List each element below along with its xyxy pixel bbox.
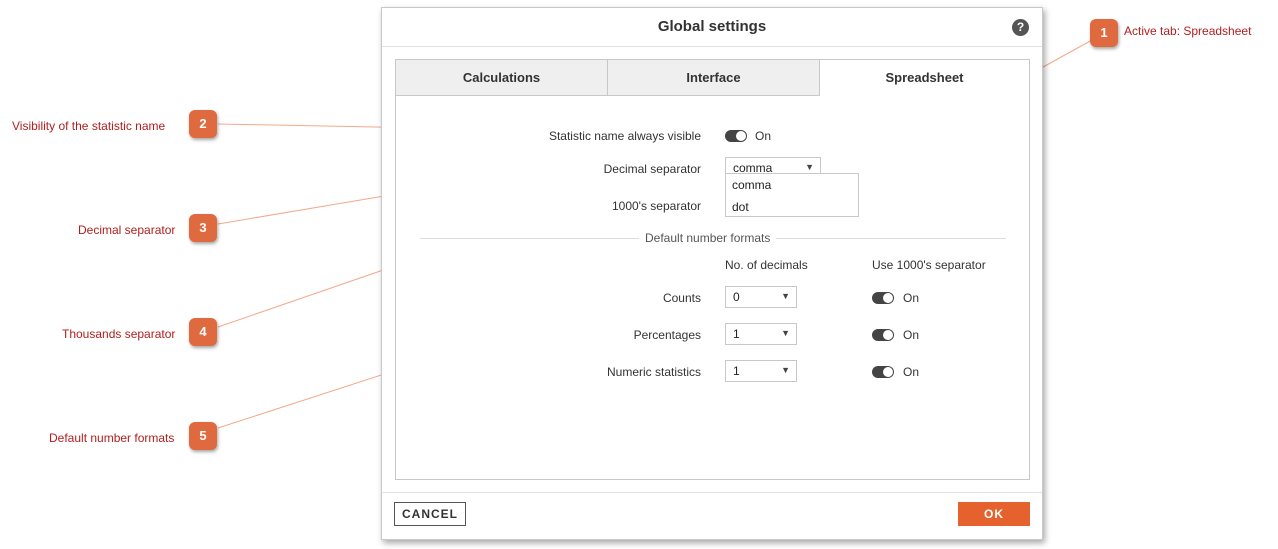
annotation-text-2: Visibility of the statistic name <box>12 119 166 133</box>
ok-button[interactable]: OK <box>958 502 1030 526</box>
numeric-statistics-separator-toggle[interactable] <box>872 366 894 378</box>
default-formats-heading: Default number formats <box>639 231 777 245</box>
dropdown-option-dot[interactable]: dot <box>732 200 749 214</box>
tab-spreadsheet[interactable]: Spreadsheet <box>820 60 1029 96</box>
dialog-title: Global settings <box>382 8 1042 47</box>
annotation-badge-4: 4 <box>189 318 217 346</box>
tab-panel: Calculations Interface Spreadsheet Stati… <box>395 59 1030 480</box>
decimals-column-header: No. of decimals <box>725 258 808 272</box>
annotation-text-1: Active tab: Spreadsheet <box>1124 24 1252 38</box>
separator-column-header: Use 1000's separator <box>872 258 986 272</box>
percentages-decimals-value: 1 <box>733 327 740 341</box>
counts-toggle-text: On <box>903 291 920 305</box>
chevron-down-icon: ▼ <box>781 365 790 375</box>
annotation-badge-1: 1 <box>1090 19 1118 47</box>
statistic-name-toggle-text: On <box>755 129 772 143</box>
global-settings-dialog: Global settings ? Calculations Interface… <box>381 7 1043 540</box>
annotation-text-3: Decimal separator <box>78 223 176 237</box>
toggle-knob <box>883 293 893 303</box>
statistic-name-toggle[interactable] <box>725 130 747 142</box>
cancel-button[interactable]: CANCEL <box>394 502 466 526</box>
decimal-separator-label: Decimal separator <box>603 162 701 176</box>
percentages-label: Percentages <box>633 328 701 342</box>
annotation-badge-3: 3 <box>189 214 217 242</box>
counts-decimals-value: 0 <box>733 290 740 304</box>
counts-decimals-select[interactable]: 0 ▼ <box>725 286 797 308</box>
thousands-separator-label: 1000's separator <box>611 199 701 213</box>
counts-separator-toggle[interactable] <box>872 292 894 304</box>
chevron-down-icon: ▼ <box>805 162 814 172</box>
annotation-text-5: Default number formats <box>49 431 175 445</box>
chevron-down-icon: ▼ <box>781 291 790 301</box>
statistic-name-label: Statistic name always visible <box>548 129 701 143</box>
decimal-separator-dropdown: comma dot <box>725 173 859 217</box>
tab-bar: Calculations Interface Spreadsheet <box>396 60 1029 96</box>
numeric-statistics-decimals-select[interactable]: 1 ▼ <box>725 360 797 382</box>
chevron-down-icon: ▼ <box>781 328 790 338</box>
tab-interface[interactable]: Interface <box>608 60 820 96</box>
question-icon[interactable]: ? <box>1012 19 1029 36</box>
percentages-decimals-select[interactable]: 1 ▼ <box>725 323 797 345</box>
footer-divider <box>382 492 1042 493</box>
numeric-statistics-decimals-value: 1 <box>733 364 740 378</box>
dropdown-option-comma[interactable]: comma <box>732 178 771 192</box>
toggle-knob <box>883 367 893 377</box>
annotation-badge-2: 2 <box>189 110 217 138</box>
numeric-statistics-toggle-text: On <box>903 365 920 379</box>
annotation-text-4: Thousands separator <box>62 327 176 341</box>
toggle-knob <box>736 131 746 141</box>
tab-calculations[interactable]: Calculations <box>396 60 608 96</box>
numeric-statistics-label: Numeric statistics <box>606 365 701 379</box>
annotation-badge-5: 5 <box>189 422 217 450</box>
percentages-separator-toggle[interactable] <box>872 329 894 341</box>
percentages-toggle-text: On <box>903 328 920 342</box>
counts-label: Counts <box>662 291 701 305</box>
toggle-knob <box>883 330 893 340</box>
